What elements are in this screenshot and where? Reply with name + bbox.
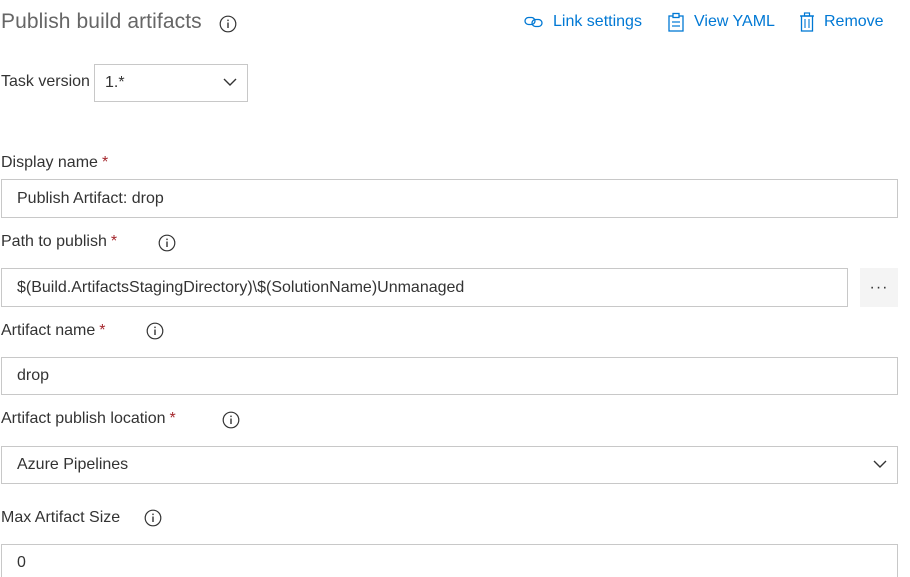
publish-location-select[interactable]: Azure Pipelines	[1, 446, 898, 484]
info-icon[interactable]	[158, 234, 176, 252]
info-icon[interactable]	[146, 322, 164, 340]
view-yaml-button[interactable]: View YAML	[667, 10, 775, 34]
remove-label: Remove	[824, 13, 884, 30]
task-version-select[interactable]: 1.*	[94, 64, 248, 102]
required-marker: *	[110, 233, 118, 250]
info-icon[interactable]	[219, 15, 237, 33]
info-icon[interactable]	[144, 509, 162, 527]
chevron-down-icon	[223, 78, 237, 86]
chevron-down-icon	[873, 460, 887, 468]
display-name-input[interactable]: Publish Artifact: drop	[1, 179, 898, 218]
artifact-name-label: Artifact name *	[1, 322, 106, 339]
required-marker: *	[99, 322, 106, 339]
info-icon[interactable]	[222, 411, 240, 429]
path-to-publish-label: Path to publish *	[1, 233, 118, 250]
trash-icon	[800, 12, 814, 32]
clipboard-icon	[668, 12, 684, 32]
link-settings-label: Link settings	[553, 13, 642, 30]
remove-button[interactable]: Remove	[799, 10, 884, 34]
page-title: Publish build artifacts	[1, 10, 202, 33]
path-to-publish-value: $(Build.ArtifactsStagingDirectory)\$(Sol…	[17, 278, 465, 296]
task-version-value: 1.*	[105, 74, 125, 91]
display-name-value: Publish Artifact: drop	[17, 189, 164, 207]
required-marker: *	[169, 410, 176, 427]
publish-location-label: Artifact publish location *	[1, 410, 176, 427]
path-to-publish-input[interactable]: $(Build.ArtifactsStagingDirectory)\$(Sol…	[1, 268, 848, 307]
view-yaml-label: View YAML	[694, 13, 775, 30]
artifact-name-value: drop	[17, 367, 50, 384]
link-settings-button[interactable]: Link settings	[524, 10, 642, 34]
link-icon	[524, 16, 543, 28]
required-marker: *	[101, 154, 109, 171]
display-name-label: Display name *	[1, 154, 109, 171]
artifact-name-input[interactable]: drop	[1, 357, 898, 395]
ellipsis-icon: ···	[869, 278, 889, 296]
max-artifact-size-value: 0	[17, 554, 26, 571]
publish-location-value: Azure Pipelines	[17, 456, 129, 473]
browse-button[interactable]: ···	[860, 268, 898, 307]
task-version-label: Task version	[1, 73, 90, 90]
max-artifact-size-label: Max Artifact Size	[1, 509, 121, 526]
max-artifact-size-input[interactable]: 0	[1, 544, 898, 577]
